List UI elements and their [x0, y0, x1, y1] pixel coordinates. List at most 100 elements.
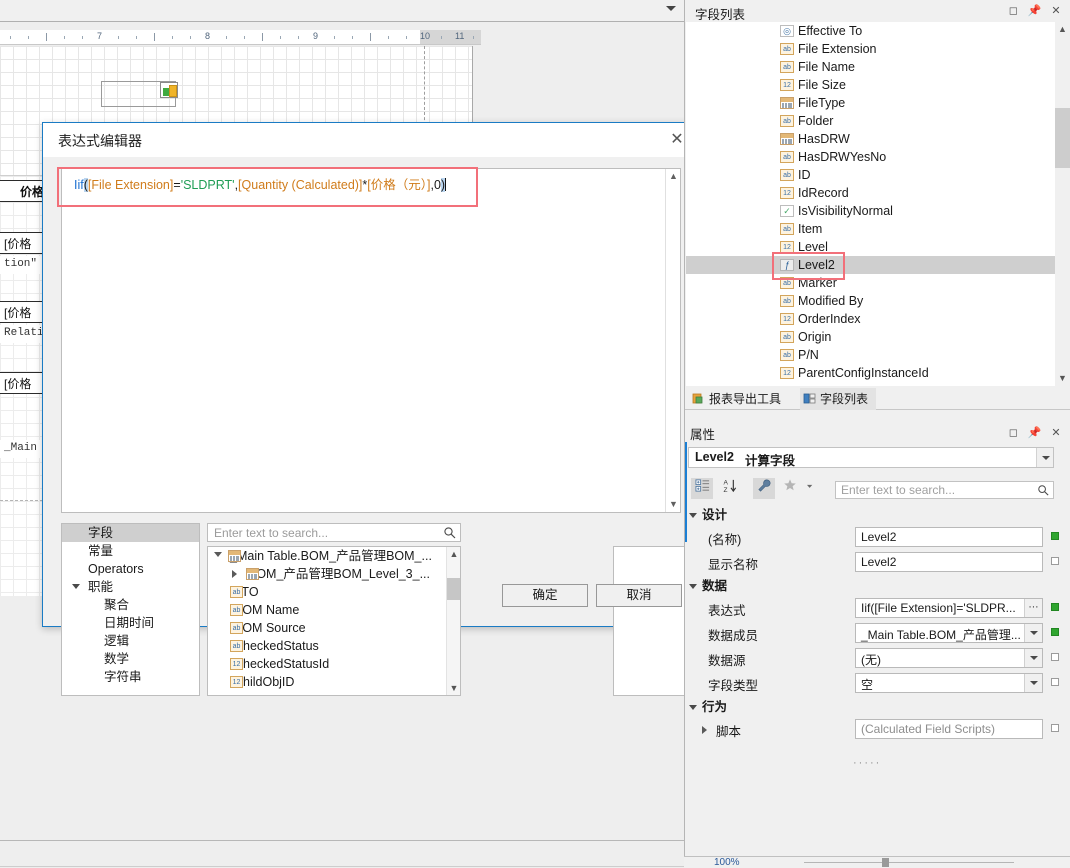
chevron-down-icon[interactable]: [1024, 649, 1042, 667]
field-list-item[interactable]: 12 Level: [686, 238, 1070, 256]
property-value-field[interactable]: Level2: [855, 527, 1043, 547]
field-list-item[interactable]: ab Origin: [686, 328, 1070, 346]
search-input[interactable]: Enter text to search...: [207, 523, 461, 542]
property-row[interactable]: 显示名称 Level2: [686, 551, 1070, 576]
property-binding-marker[interactable]: [1051, 628, 1059, 636]
field-list-item[interactable]: ab Modified By: [686, 292, 1070, 310]
field-list-item[interactable]: ✓ IsVisibilityNormal: [686, 202, 1070, 220]
property-row[interactable]: 表达式 Iif([File Extension]='SLDPR... ⋯: [686, 597, 1070, 622]
ok-button[interactable]: 确定: [502, 584, 588, 607]
chevron-down-icon[interactable]: [689, 584, 697, 589]
smart-tag-icon[interactable]: [160, 82, 178, 98]
field-list[interactable]: ◎ Effective To ab File Extension ab File Name…: [686, 22, 1070, 386]
chevron-right-icon[interactable]: [702, 726, 707, 734]
property-value-field[interactable]: Level2: [855, 552, 1043, 572]
chevron-down-icon[interactable]: [1036, 448, 1053, 467]
alphabetical-icon[interactable]: A Z: [719, 478, 741, 499]
zoom-slider[interactable]: [804, 862, 1014, 863]
category-item[interactable]: 字段: [62, 524, 199, 542]
field-list-item[interactable]: ab HasDRWYesNo: [686, 148, 1070, 166]
expression-scrollbar[interactable]: ▲ ▼: [665, 169, 680, 512]
property-group-header[interactable]: 行为: [686, 697, 1070, 718]
property-binding-marker[interactable]: [1051, 678, 1059, 686]
properties-icon[interactable]: [753, 478, 775, 499]
field-list-item[interactable]: ab File Name: [686, 58, 1070, 76]
scroll-down-icon[interactable]: ▼: [1055, 371, 1070, 386]
properties-search-input[interactable]: Enter text to search...: [835, 481, 1054, 499]
field-list-item[interactable]: ◎ Effective To: [686, 22, 1070, 40]
field-list-item[interactable]: 12 OrderIndex: [686, 310, 1070, 328]
property-row[interactable]: 数据成员 _Main Table.BOM_产品管理...: [686, 622, 1070, 647]
search-icon[interactable]: [443, 526, 457, 540]
dropdown-icon[interactable]: [799, 478, 821, 499]
chevron-down-icon[interactable]: [689, 513, 697, 518]
scroll-up-icon[interactable]: ▲: [666, 169, 681, 184]
category-item[interactable]: 字符串: [62, 668, 199, 686]
property-binding-marker[interactable]: [1051, 653, 1059, 661]
chevron-down-icon[interactable]: [214, 552, 222, 557]
field-list-item[interactable]: 12 ParentConfigInstanceId: [686, 364, 1070, 382]
scroll-down-icon[interactable]: ▼: [666, 497, 681, 512]
search-icon[interactable]: [1037, 484, 1050, 497]
category-item[interactable]: 逻辑: [62, 632, 199, 650]
properties-grid[interactable]: 设计 (名称) Level2 显示名称 Level2 数据 表达式 Iif([File Ext…: [686, 505, 1070, 755]
panel-resize-grip[interactable]: ·····: [853, 757, 881, 769]
tree-node[interactable]: 12 ChildObjID: [208, 673, 460, 691]
maximize-icon[interactable]: ◻: [1004, 425, 1022, 441]
chevron-down-icon[interactable]: [1024, 624, 1042, 642]
field-list-item[interactable]: ab Item: [686, 220, 1070, 238]
ellipsis-button[interactable]: ⋯: [1024, 599, 1042, 617]
field-list-item[interactable]: HasDRW: [686, 130, 1070, 148]
property-value-field[interactable]: _Main Table.BOM_产品管理...: [855, 623, 1043, 643]
property-value-field[interactable]: (无): [855, 648, 1043, 668]
categorized-icon[interactable]: [691, 478, 713, 499]
field-list-item[interactable]: ab Marker: [686, 274, 1070, 292]
property-binding-marker[interactable]: [1051, 557, 1059, 565]
zoom-slider-knob[interactable]: [882, 858, 889, 867]
property-row[interactable]: 数据源 (无): [686, 647, 1070, 672]
pin-icon[interactable]: 📌: [1026, 3, 1044, 19]
tree-node[interactable]: _Main Table.BOM_产品管理BOM_...: [208, 547, 460, 565]
chevron-down-icon[interactable]: [666, 6, 676, 11]
chevron-down-icon[interactable]: [689, 705, 697, 710]
tab-field-list[interactable]: 字段列表: [800, 388, 877, 410]
tree-node[interactable]: 12 CheckedStatusId: [208, 655, 460, 673]
scroll-down-icon[interactable]: ▼: [447, 681, 460, 695]
property-binding-marker[interactable]: [1051, 603, 1059, 611]
pin-icon[interactable]: 📌: [1026, 425, 1044, 441]
tab-report-export-tool[interactable]: 报表导出工具: [689, 388, 789, 410]
category-item[interactable]: 常量: [62, 542, 199, 560]
cancel-button[interactable]: 取消: [596, 584, 682, 607]
favorites-icon[interactable]: [779, 478, 801, 499]
property-row[interactable]: 脚本 (Calculated Field Scripts): [686, 718, 1070, 743]
maximize-icon[interactable]: ◻: [1004, 3, 1022, 19]
field-list-item[interactable]: 12 File Size: [686, 76, 1070, 94]
field-list-item[interactable]: ab File Extension: [686, 40, 1070, 58]
chevron-down-icon[interactable]: [1024, 674, 1042, 692]
field-list-scrollbar[interactable]: ▲ ▼: [1055, 22, 1070, 386]
property-value-field[interactable]: Iif([File Extension]='SLDPR... ⋯: [855, 598, 1043, 618]
scrollbar-thumb[interactable]: [1055, 108, 1070, 168]
property-group-header[interactable]: 设计: [686, 505, 1070, 526]
property-row[interactable]: 字段类型 空: [686, 672, 1070, 697]
tree-node[interactable]: ab CheckedStatus: [208, 637, 460, 655]
property-binding-marker[interactable]: [1051, 724, 1059, 732]
field-list-item[interactable]: ab ID: [686, 166, 1070, 184]
field-list-item[interactable]: ƒ Level2: [686, 256, 1070, 274]
property-row[interactable]: (名称) Level2: [686, 526, 1070, 551]
field-list-item[interactable]: FileType: [686, 94, 1070, 112]
close-icon[interactable]: ✕: [1047, 3, 1065, 19]
property-value-field[interactable]: (Calculated Field Scripts): [855, 719, 1043, 739]
field-list-item[interactable]: 12 IdRecord: [686, 184, 1070, 202]
property-group-header[interactable]: 数据: [686, 576, 1070, 597]
field-list-item[interactable]: ab P/N: [686, 346, 1070, 364]
category-item[interactable]: 数学: [62, 650, 199, 668]
close-icon[interactable]: ✕: [1047, 425, 1065, 441]
scroll-up-icon[interactable]: ▲: [447, 547, 460, 561]
expression-textarea[interactable]: Iif([File Extension]='SLDPRT',[Quantity …: [61, 168, 681, 513]
scroll-up-icon[interactable]: ▲: [1055, 22, 1070, 37]
property-binding-marker[interactable]: [1051, 532, 1059, 540]
property-value-field[interactable]: 空: [855, 673, 1043, 693]
object-selector-combo[interactable]: Level2 计算字段: [688, 447, 1054, 468]
field-list-item[interactable]: ab Folder: [686, 112, 1070, 130]
